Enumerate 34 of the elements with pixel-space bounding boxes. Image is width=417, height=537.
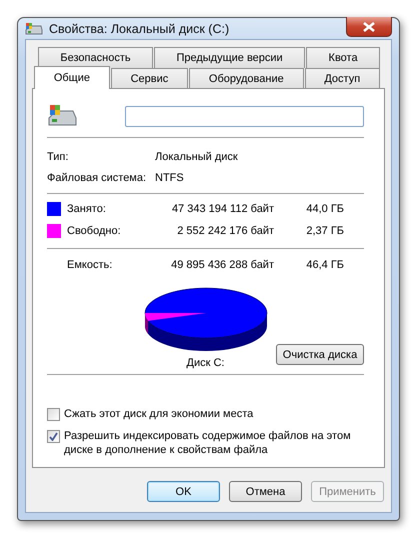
close-icon [363, 22, 375, 32]
usage-bytes: 47 343 194 112 байт [170, 203, 274, 215]
capacity-size: 46,4 ГБ [305, 259, 344, 271]
tab[interactable]: Безопасность [38, 47, 154, 68]
checkbox-label: Сжать этот диск для экономии места [64, 407, 254, 421]
drive-icon [47, 104, 77, 128]
usage-label: Свободно: [67, 225, 122, 237]
checkbox-label: Разрешить индексировать содержимое файлов на этом диске в дополнение к свойствам файла [64, 429, 352, 457]
tab[interactable]: Доступ [304, 68, 380, 89]
usage-label: Занято: [67, 203, 107, 215]
tab[interactable]: Квота [306, 47, 380, 68]
dialog-button[interactable]: OK [147, 481, 220, 502]
info-value: NTFS [155, 172, 185, 184]
tab[interactable]: Общие [34, 66, 110, 89]
capacity-bytes: 49 895 436 288 байт [170, 259, 274, 271]
usage-size: 44,0 ГБ [305, 203, 344, 215]
drive-icon [25, 22, 43, 36]
info-label: Файловая система: [47, 172, 148, 184]
info-label: Тип: [47, 151, 70, 163]
checkbox[interactable] [47, 430, 60, 443]
usage-size: 2,37 ГБ [305, 225, 344, 237]
dialog-button[interactable]: Отмена [229, 481, 302, 502]
window-title: Свойства: Локальный диск (C:) [49, 22, 230, 36]
capacity-label: Емкость: [66, 259, 114, 271]
tab[interactable]: Сервис [110, 68, 188, 89]
close-button[interactable] [346, 17, 392, 37]
name-input-field[interactable] [125, 106, 364, 126]
checkbox[interactable] [47, 408, 60, 421]
pie-caption: Диск C: [186, 357, 224, 369]
tab[interactable]: Предыдущие версии [154, 47, 306, 68]
tab[interactable]: Оборудование [189, 68, 304, 89]
usage-bytes: 2 552 242 176 байт [176, 225, 274, 237]
info-value: Локальный диск [155, 151, 239, 163]
disk-cleanup-button[interactable]: Очистка диска [276, 344, 364, 365]
